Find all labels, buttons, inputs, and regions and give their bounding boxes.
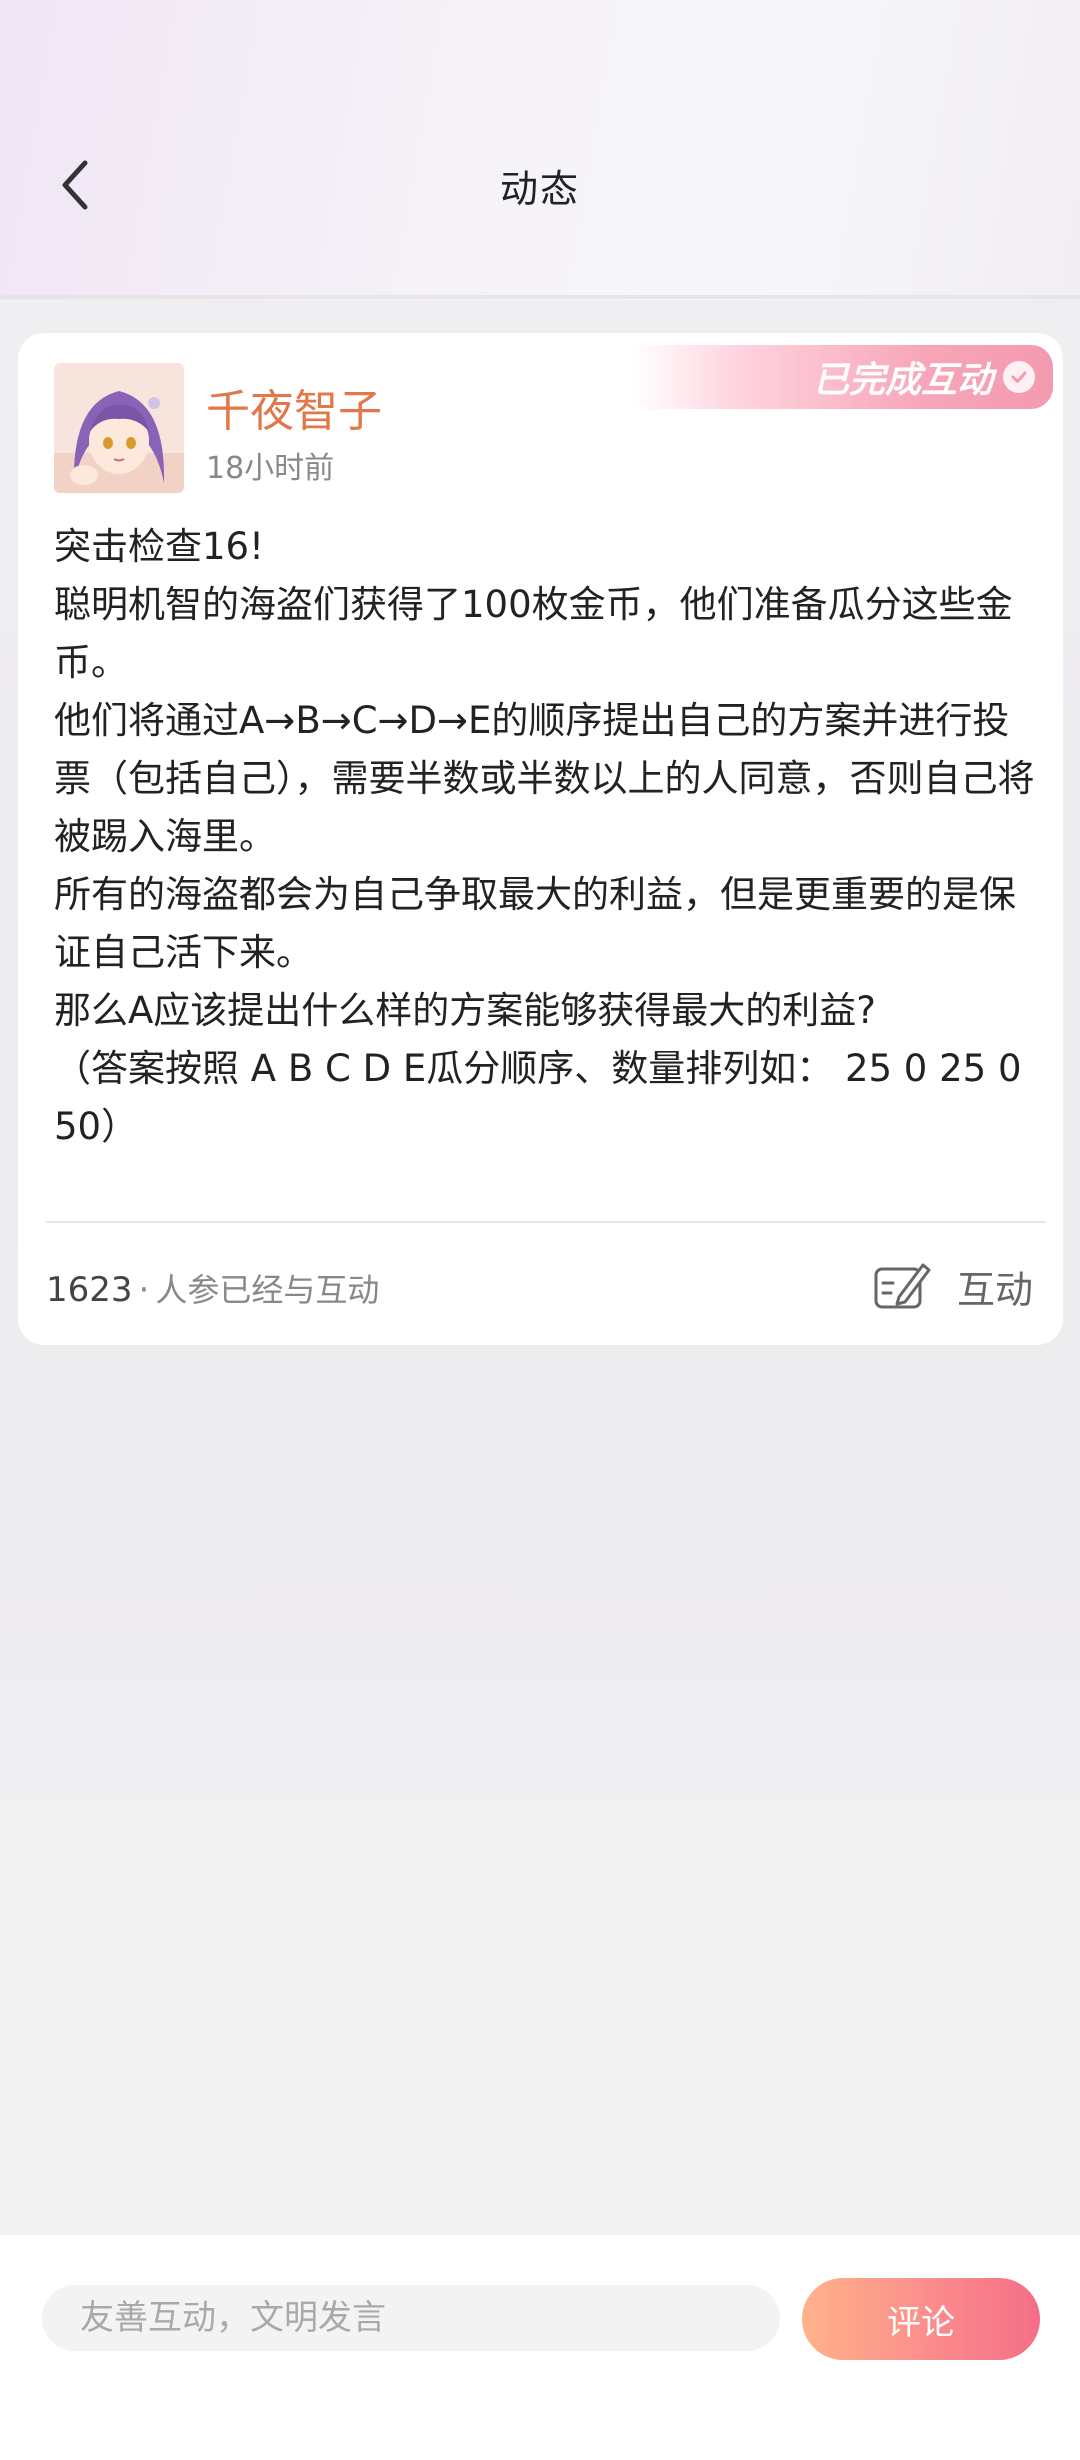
participant-summary: 1623 · 人参已经与互动: [46, 1265, 379, 1311]
interact-button[interactable]: 互动: [873, 1251, 1033, 1321]
avatar[interactable]: [54, 363, 184, 493]
post-paragraph: 那么A应该提出什么样的方案能够获得最大的利益?: [54, 989, 876, 1032]
check-circle-icon: [1003, 361, 1035, 393]
participant-text: 人参已经与互动: [155, 1271, 380, 1309]
author-name[interactable]: 千夜智子: [206, 375, 382, 439]
post-paragraph: （答案按照 A B C D E瓜分顺序、数量排列如： 25 0 25 0 50）: [54, 1047, 1022, 1148]
separator-dot: ·: [138, 1270, 150, 1310]
post-paragraph: 突击检查16!: [54, 525, 264, 568]
post-content: 突击检查16! 聪明机智的海盗们获得了100枚金币，他们准备瓜分这些金币。 他们…: [54, 518, 1044, 1156]
post-paragraph: 所有的海盗都会为自己争取最大的利益，但是更重要的是保证自己活下来。: [54, 873, 1016, 974]
post-card: 已完成互动 千夜智子 18小时前 突击检查16! 聪明机智的海盗们获得了100枚…: [18, 333, 1063, 1345]
participant-count: 1623: [46, 1270, 133, 1310]
page-background-lower: [0, 1800, 1080, 2235]
top-header: 动态: [0, 120, 1080, 250]
post-paragraph: 聪明机智的海盗们获得了100枚金币，他们准备瓜分这些金币。: [54, 583, 1013, 684]
post-paragraph: 他们将通过A→B→C→D→E的顺序提出自己的方案并进行投票（包括自己），需要半数…: [54, 699, 1035, 858]
page-title: 动态: [499, 167, 580, 211]
edit-note-icon: [874, 1263, 931, 1309]
badge-label: 已完成互动: [812, 359, 993, 401]
comment-input[interactable]: [42, 2285, 780, 2351]
card-divider: [46, 1221, 1046, 1223]
comment-button[interactable]: 评论: [802, 2278, 1040, 2360]
interaction-completed-badge: 已完成互动: [633, 345, 1053, 409]
interact-label: 互动: [956, 1267, 1033, 1312]
post-time: 18小时前: [206, 451, 335, 486]
comment-bar: 评论: [0, 2235, 1080, 2460]
header-divider: [0, 295, 1080, 299]
